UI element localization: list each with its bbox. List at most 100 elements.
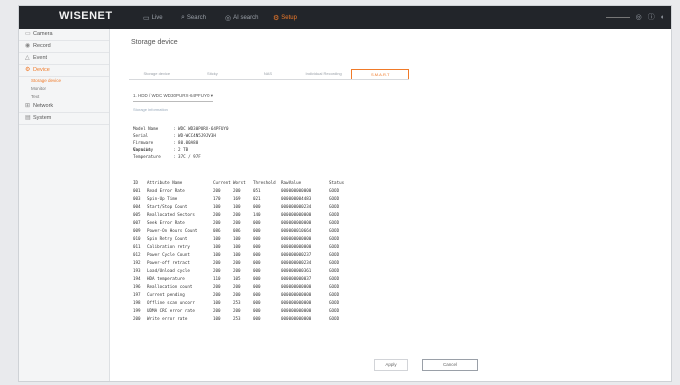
tab-sticky[interactable]: Sticky: [185, 69, 241, 79]
cell-threshold: 000: [253, 260, 261, 265]
cell-worst: 200: [233, 292, 241, 297]
sidebar-item-record[interactable]: ◉ Record: [19, 41, 109, 53]
monitor-icon: ▭: [143, 15, 150, 22]
smart-table: ID Attribute Name Current Worst Threshol…: [133, 179, 351, 323]
col-threshold: Threshold: [253, 180, 276, 185]
info-row: Firmware Version: 80.00A80: [133, 139, 228, 152]
cancel-button[interactable]: Cancel: [422, 359, 478, 371]
tab-smart[interactable]: S.M.A.R.T: [351, 69, 409, 79]
cell-current: 200: [213, 292, 221, 297]
cell-rawvalue: 000000000234: [281, 260, 312, 265]
button-bar: Apply Cancel: [374, 359, 478, 371]
cell-current: 200: [213, 308, 221, 313]
sidebar-item-event[interactable]: △ Event: [19, 53, 109, 65]
cell-rawvalue: 000000000000: [281, 292, 312, 297]
divider: [605, 16, 630, 18]
menu-live-label: Live: [151, 15, 163, 21]
info-value: : 80.00A80: [173, 140, 199, 145]
cell-attribute-name: Power-off retract: [147, 260, 190, 265]
sidebar-item-camera[interactable]: ▭ Camera: [19, 29, 109, 41]
cell-worst: 200: [233, 308, 241, 313]
tab-nas[interactable]: NAS: [240, 69, 296, 79]
cell-worst: 253: [233, 316, 241, 321]
sidebar-sub-storage-device[interactable]: Storage device: [19, 77, 109, 85]
info-row: Serial: WD-WCC4N5J9JV3H: [133, 132, 228, 139]
menu-search[interactable]: ⌕ Search: [181, 14, 206, 22]
cell-threshold: 000: [253, 220, 261, 225]
device-dropdown-value: 1. HDD / WDC WD30PURX-64PFUY0 ▾: [133, 93, 214, 98]
cell-status: GOOD: [329, 276, 340, 281]
sidebar-item-system[interactable]: ▤ System: [19, 113, 109, 125]
cell-attribute-name: Offline scan uncorr: [147, 300, 195, 305]
tab-storage-device[interactable]: Storage device: [129, 69, 185, 79]
cell-worst: 200: [233, 220, 241, 225]
menu-ai-search-label: AI search: [233, 15, 259, 21]
cell-status: GOOD: [329, 260, 340, 265]
cell-attribute-name: Power Cycle Count: [147, 252, 190, 257]
cell-current: 200: [213, 212, 221, 217]
menu-live[interactable]: ▭ Live: [143, 14, 163, 22]
ai-search-icon: ◎: [225, 15, 232, 22]
notification-icon[interactable]: ◎: [636, 13, 642, 21]
cell-id: 012: [133, 252, 141, 257]
sidebar-item-label: Network: [33, 103, 54, 109]
cell-id: 199: [133, 308, 141, 313]
cell-id: 196: [133, 284, 141, 289]
cell-rawvalue: 000000000000: [281, 284, 312, 289]
device-icon: ⚙: [25, 67, 31, 73]
sidebar-item-label: Device: [33, 67, 50, 73]
menu-ai-search[interactable]: ◎ AI search: [225, 14, 258, 22]
cell-attribute-name: Calibration retry: [147, 244, 190, 249]
cell-status: GOOD: [329, 268, 340, 273]
sidebar-sub-monitor[interactable]: Monitor: [19, 85, 109, 93]
cell-worst: 086: [233, 228, 241, 233]
cell-status: GOOD: [329, 212, 340, 217]
cell-status: GOOD: [329, 204, 340, 209]
user-icon[interactable]: ◐: [661, 14, 665, 21]
table-row: 001 Read Error Rate 200 200 051 000000000000 G…: [133, 187, 351, 195]
sidebar-item-network[interactable]: ⊞ Network: [19, 101, 109, 113]
cell-attribute-name: Start/Stop Count: [147, 204, 188, 209]
cell-current: 200: [213, 268, 221, 273]
table-row: 194 HDA temperature 110 105 000 000000000037 G…: [133, 275, 351, 283]
cell-worst: 100: [233, 236, 241, 241]
info-value: : 37C / 97F: [173, 154, 201, 159]
record-icon: ◉: [25, 43, 31, 49]
tab-individual-recording[interactable]: Individual Recording: [296, 69, 352, 79]
sidebar-sub-text[interactable]: Text: [19, 93, 109, 101]
table-row: 011 Calibration retry 100 100 000 00000000000…: [133, 243, 351, 251]
cell-status: GOOD: [329, 196, 340, 201]
cell-attribute-name: Seek Error Rate: [147, 220, 185, 225]
cell-rawvalue: 000000000234: [281, 204, 312, 209]
cell-status: GOOD: [329, 316, 340, 321]
apply-button[interactable]: Apply: [374, 359, 408, 371]
cell-worst: 100: [233, 204, 241, 209]
cell-status: GOOD: [329, 220, 340, 225]
cell-threshold: 140: [253, 212, 261, 217]
table-row: 200 Write error rate 100 253 000 000000000000…: [133, 315, 351, 323]
menu-setup[interactable]: ⚙ Setup: [273, 14, 297, 22]
cell-attribute-name: Read Error Rate: [147, 188, 185, 193]
cell-threshold: 000: [253, 228, 261, 233]
cell-current: 100: [213, 244, 221, 249]
device-dropdown[interactable]: 1. HDD / WDC WD30PURX-64PFUY0 ▾: [133, 93, 214, 102]
cell-id: 007: [133, 220, 141, 225]
cell-current: 110: [213, 276, 221, 281]
table-row: 193 Load/Unload cycle 200 200 000 00000000036…: [133, 267, 351, 275]
cell-threshold: 021: [253, 196, 261, 201]
cell-threshold: 000: [253, 292, 261, 297]
sidebar-item-device[interactable]: ⚙ Device: [19, 65, 109, 77]
cell-worst: 253: [233, 300, 241, 305]
cell-id: 198: [133, 300, 141, 305]
help-icon[interactable]: ⓘ: [648, 12, 655, 22]
cell-current: 100: [213, 204, 221, 209]
cell-current: 086: [213, 228, 221, 233]
cell-attribute-name: Spin-Up Time: [147, 196, 178, 201]
cell-worst: 200: [233, 260, 241, 265]
cell-rawvalue: 000000000000: [281, 236, 312, 241]
cell-threshold: 000: [253, 252, 261, 257]
info-row: Temperature: 37C / 97F: [133, 153, 228, 160]
app-logo: WISENET: [59, 10, 113, 22]
cell-worst: 100: [233, 244, 241, 249]
table-row: 005 Reallocated Sectors 200 200 140 000000000…: [133, 211, 351, 219]
